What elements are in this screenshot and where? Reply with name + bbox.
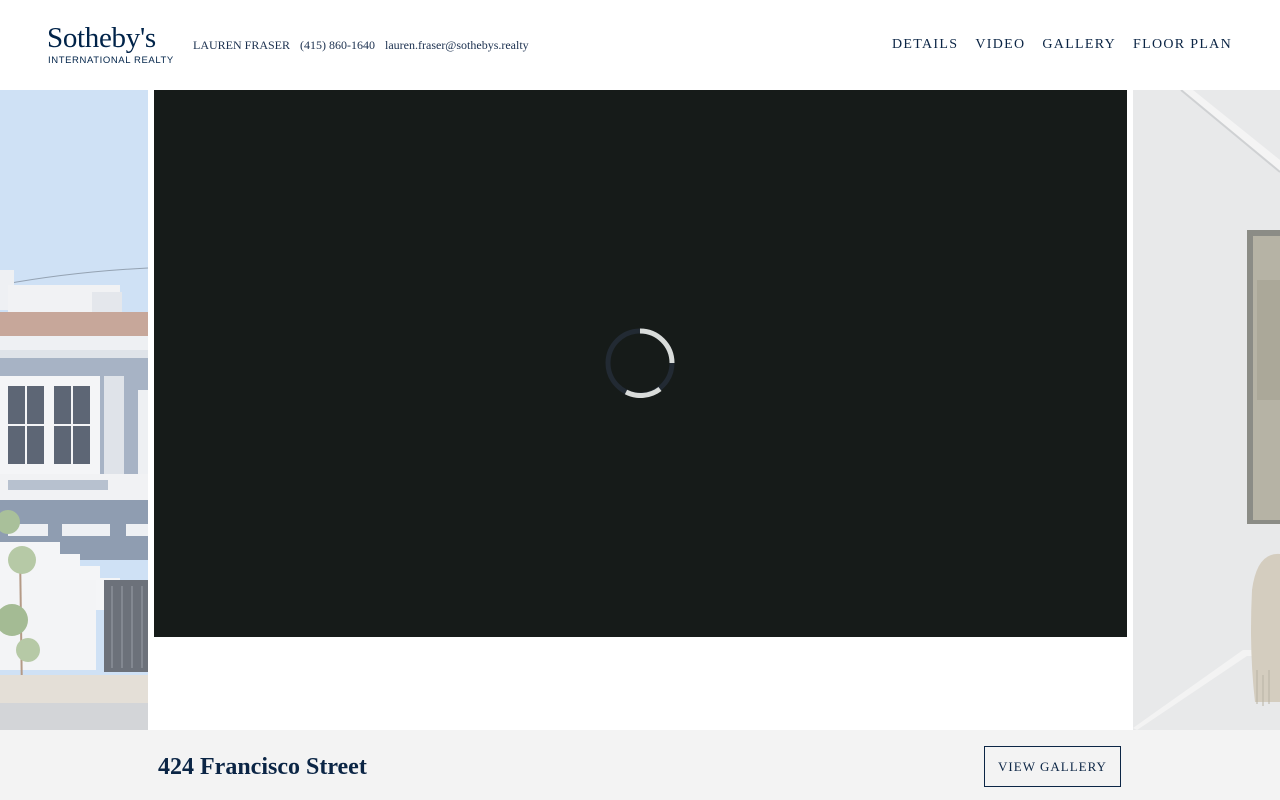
nav-floor-plan[interactable]: FLOOR PLAN (1133, 37, 1232, 53)
video-spacer (148, 637, 1133, 730)
gallery-next-photo[interactable] (1133, 90, 1280, 730)
agent-email-link[interactable]: lauren.fraser@sothebys.realty (385, 38, 529, 52)
nav-details[interactable]: DETAILS (892, 37, 958, 53)
gallery-prev-photo[interactable] (0, 90, 148, 730)
house-facade-image (0, 90, 148, 730)
listing-bar: 424 Francisco Street VIEW GALLERY (0, 730, 1280, 800)
view-gallery-button[interactable]: VIEW GALLERY (984, 746, 1121, 787)
logo-wordmark: Sotheby's (47, 22, 156, 54)
site-header: Sotheby's INTERNATIONAL REALTY LAUREN FR… (0, 0, 1280, 90)
logo-subtitle: INTERNATIONAL REALTY (48, 55, 174, 66)
listing-address: 424 Francisco Street (158, 754, 367, 780)
nav-video[interactable]: VIDEO (975, 37, 1025, 53)
video-player[interactable] (154, 90, 1127, 637)
main-nav: DETAILS VIDEO GALLERY FLOOR PLAN (875, 37, 1232, 53)
agent-name: LAUREN FRASER (193, 37, 291, 52)
sothebys-logo[interactable]: Sotheby's INTERNATIONAL REALTY (47, 22, 173, 68)
interior-room-image (1133, 90, 1280, 730)
agent-contact: LAUREN FRASER (415) 860-1640 lauren.fras… (193, 38, 539, 52)
agent-phone-link[interactable]: (415) 860-1640 (300, 38, 375, 52)
loading-spinner-icon (605, 328, 675, 398)
nav-gallery[interactable]: GALLERY (1042, 37, 1116, 53)
